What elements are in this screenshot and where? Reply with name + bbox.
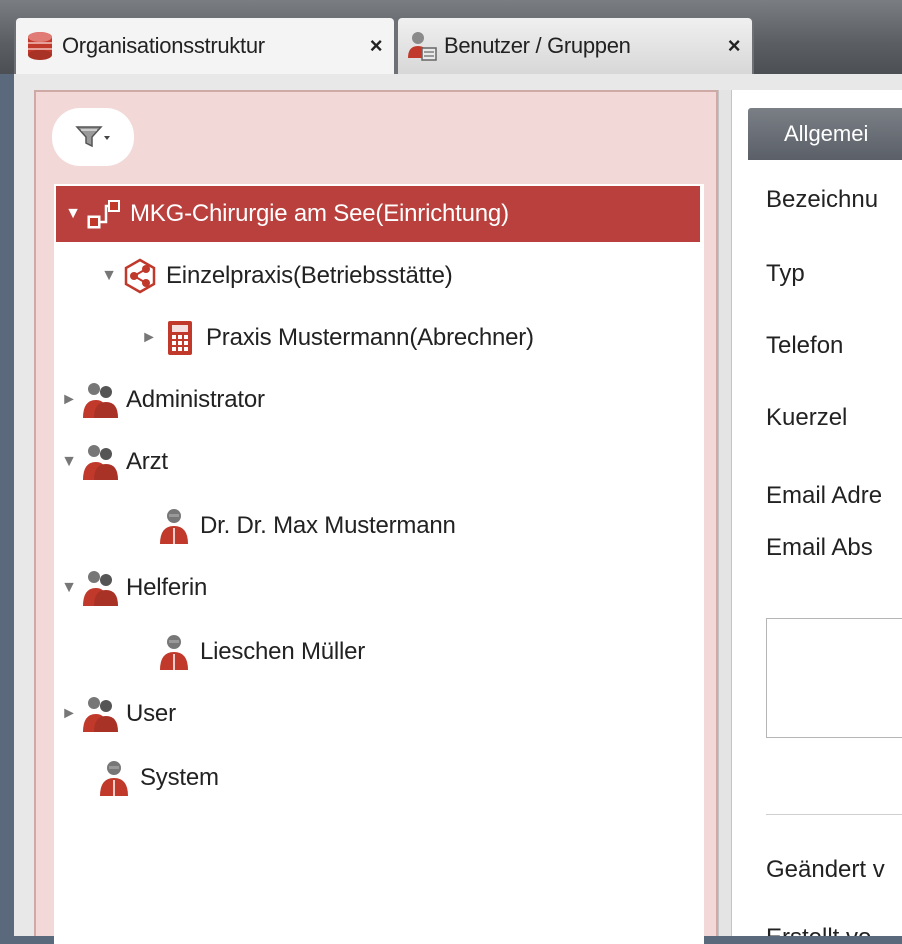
panel-splitter[interactable] [718,90,732,936]
expand-arrow-icon[interactable]: ► [138,329,160,347]
tree-node-lieschen-mueller[interactable]: Lieschen Müller [132,624,365,680]
tree-node-label: MKG-Chirurgie am See(Einrichtung) [130,200,509,227]
network-icon [120,256,160,296]
user-icon [94,758,134,798]
tab-benutzer-gruppen[interactable]: Benutzer / Gruppen × [396,16,754,74]
field-label-erstellt: Erstellt vo [766,924,871,936]
field-label-kuerzel: Kuerzel [766,404,848,431]
calculator-icon [160,318,200,358]
expand-arrow-icon[interactable]: ▼ [58,579,80,597]
tree-node-label: System [140,764,219,791]
field-label-telefon: Telefon [766,332,844,359]
tree-node-label: Helferin [126,574,208,601]
tree-node-administrator[interactable]: ► Administrator [58,372,265,428]
tree-panel: ▼ MKG-Chirurgie am See(Einrichtung) ▼ Ei… [34,90,718,944]
tree-node-label: Arzt [126,448,168,475]
user-group-icon [80,568,120,608]
tree-node-label: Administrator [126,386,265,413]
tab-label: Benutzer / Gruppen [444,33,631,58]
user-group-icon [80,694,120,734]
expand-arrow-icon[interactable]: ▼ [62,205,84,223]
detail-panel: Allgemei Bezeichnu Typ Telefon Kuerzel E… [732,90,902,936]
filter-funnel-icon [75,126,110,148]
tree-node-label: Einzelpraxis(Betriebsstätte) [166,262,453,289]
user-group-icon [80,442,120,482]
user-group-icon [80,380,120,420]
field-label-typ: Typ [766,260,805,287]
hierarchy-icon [84,194,124,234]
tree-node-dr-max-mustermann[interactable]: Dr. Dr. Max Mustermann [132,498,456,554]
filter-button[interactable] [52,108,134,166]
divider [766,814,902,815]
field-label-email-adresse: Email Adre [766,482,883,509]
expand-arrow-icon[interactable]: ► [58,705,80,723]
tree-node-label: User [126,700,176,727]
field-label-geaendert: Geändert v [766,856,885,883]
expand-arrow-icon[interactable]: ► [58,391,80,409]
tree-node-label: Praxis Mustermann(Abrechner) [206,324,534,351]
tab-bar: Organisationsstruktur × Benutzer / Grupp… [0,0,902,78]
tree-node-system[interactable]: System [94,750,219,806]
tree-node-einzelpraxis[interactable]: ▼ Einzelpraxis(Betriebsstätte) [98,248,453,304]
field-label-bezeichnung: Bezeichnu [766,186,879,213]
field-label-email-absender: Email Abs [766,534,873,561]
user-icon [154,632,194,672]
tree-node-helferin[interactable]: ▼ Helferin [58,560,207,616]
database-icon [22,28,58,64]
tree-node-mkg-chirurgie[interactable]: ▼ MKG-Chirurgie am See(Einrichtung) [56,186,700,242]
users-icon [404,28,440,64]
organisation-tree: ▼ MKG-Chirurgie am See(Einrichtung) ▼ Ei… [54,184,704,944]
expand-arrow-icon[interactable]: ▼ [98,267,120,285]
close-icon[interactable]: × [716,33,752,59]
tree-node-label: Lieschen Müller [200,638,366,665]
tab-allgemein[interactable]: Allgemei [748,108,902,160]
tab-label: Organisationsstruktur [62,33,265,58]
notes-textarea[interactable] [766,618,902,738]
close-icon[interactable]: × [358,33,394,59]
tree-node-user[interactable]: ► User [58,686,176,742]
tree-node-label: Dr. Dr. Max Mustermann [200,512,456,539]
tree-node-praxis-mustermann[interactable]: ► Praxis Mustermann(Abrechner) [138,310,534,366]
user-icon [154,506,194,546]
expand-arrow-icon[interactable]: ▼ [58,453,80,471]
tree-node-arzt[interactable]: ▼ Arzt [58,434,168,490]
tab-organisationsstruktur[interactable]: Organisationsstruktur × [14,16,396,74]
